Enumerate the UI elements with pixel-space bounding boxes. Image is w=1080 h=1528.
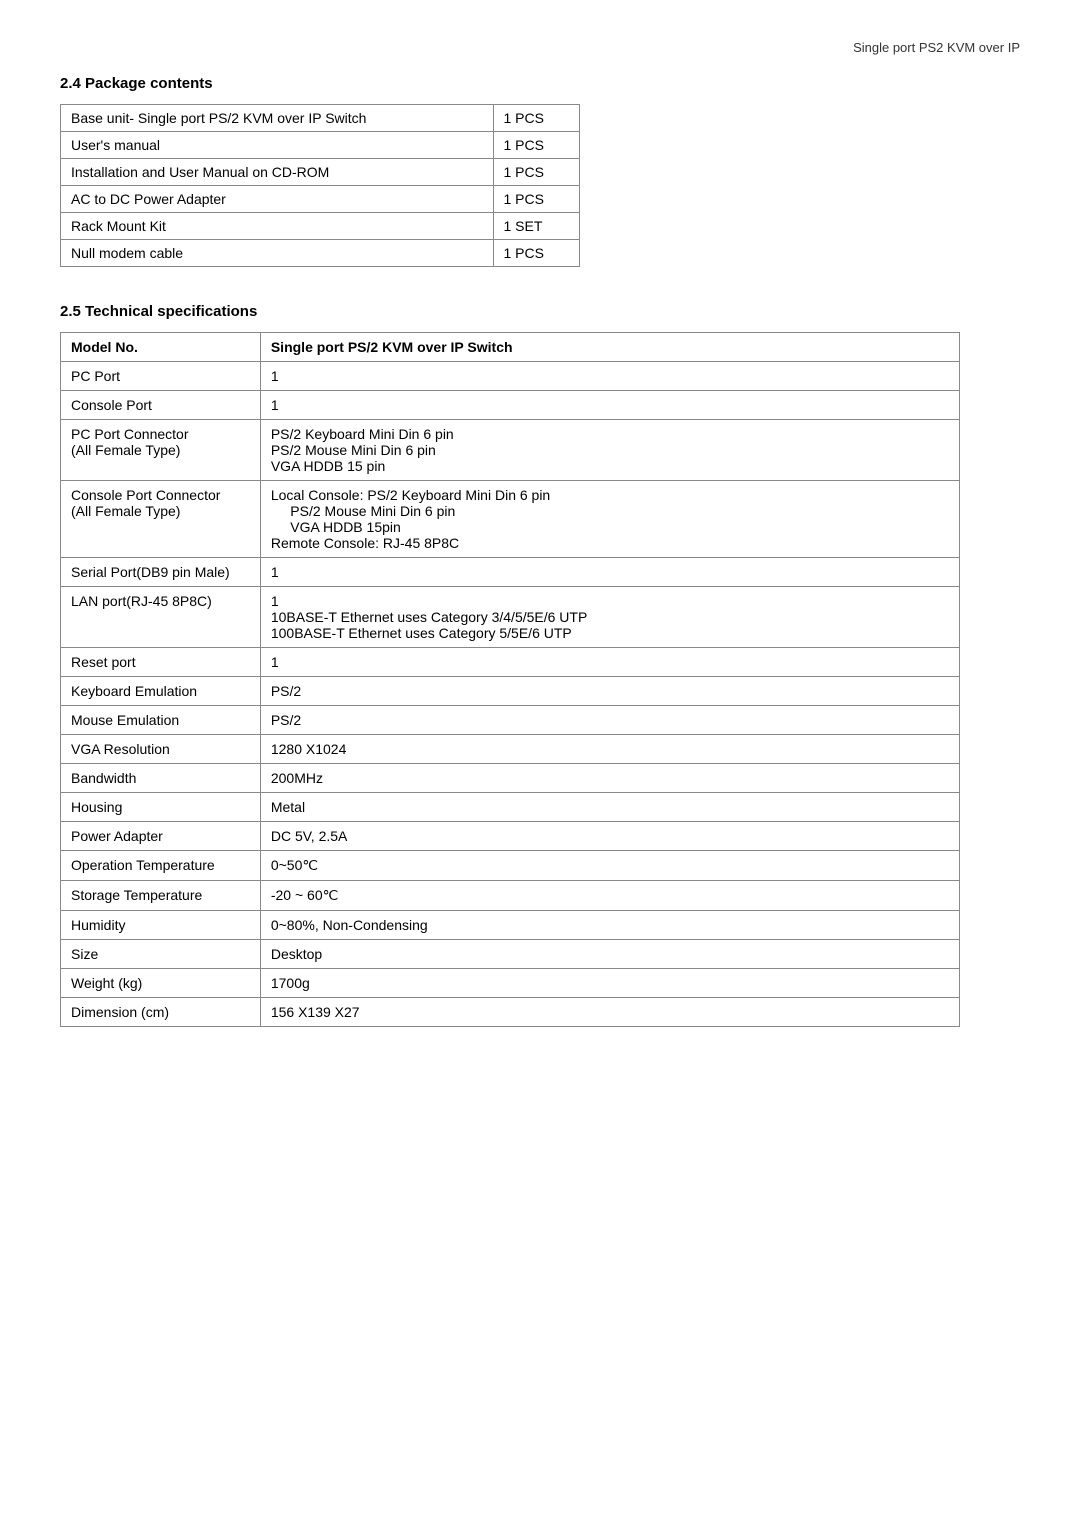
package-row: AC to DC Power Adapter 1 PCS [61,186,580,213]
specs-label: Console Port Connector (All Female Type) [61,481,261,558]
specs-label: Bandwidth [61,764,261,793]
specs-label: Serial Port(DB9 pin Male) [61,558,261,587]
specs-value: 1280 X1024 [260,735,959,764]
specs-label: Housing [61,793,261,822]
specs-value: 1 [260,362,959,391]
specs-label: LAN port(RJ-45 8P8C) [61,587,261,648]
specs-row: Humidity0~80%, Non-Condensing [61,911,960,940]
package-item-name: Rack Mount Kit [61,213,494,240]
specs-row: Mouse EmulationPS/2 [61,706,960,735]
package-item-name: Installation and User Manual on CD-ROM [61,159,494,186]
specs-label: Humidity [61,911,261,940]
specs-label: Console Port [61,391,261,420]
specs-row: Dimension (cm)156 X139 X27 [61,998,960,1027]
specs-label: VGA Resolution [61,735,261,764]
package-item-name: Null modem cable [61,240,494,267]
specs-label: PC Port Connector (All Female Type) [61,420,261,481]
package-row: Null modem cable 1 PCS [61,240,580,267]
specs-value: 1 [260,558,959,587]
specs-row: Reset port1 [61,648,960,677]
specs-label: Weight (kg) [61,969,261,998]
specs-value: 1 [260,391,959,420]
specs-label: Power Adapter [61,822,261,851]
specs-value: 200MHz [260,764,959,793]
package-item-qty: 1 PCS [493,132,580,159]
specs-row: Bandwidth200MHz [61,764,960,793]
package-table: Base unit- Single port PS/2 KVM over IP … [60,104,580,267]
specs-label: PC Port [61,362,261,391]
specs-label: Size [61,940,261,969]
package-item-qty: 1 SET [493,213,580,240]
specs-row: PC Port1 [61,362,960,391]
package-section: 2.4 Package contents Base unit- Single p… [60,75,1020,267]
specs-row: VGA Resolution1280 X1024 [61,735,960,764]
specs-table: Model No.Single port PS/2 KVM over IP Sw… [60,332,960,1027]
specs-row: Power AdapterDC 5V, 2.5A [61,822,960,851]
specs-row: Storage Temperature-20 ~ 60℃ [61,881,960,911]
package-row: Rack Mount Kit 1 SET [61,213,580,240]
package-title: 2.4 Package contents [60,75,1020,92]
package-row: Base unit- Single port PS/2 KVM over IP … [61,105,580,132]
specs-row: Operation Temperature0~50℃ [61,851,960,881]
specs-value: 1 10BASE-T Ethernet uses Category 3/4/5/… [260,587,959,648]
specs-row: Console Port Connector (All Female Type)… [61,481,960,558]
package-item-name: User's manual [61,132,494,159]
specs-value: PS/2 Keyboard Mini Din 6 pin PS/2 Mouse … [260,420,959,481]
specs-value: 0~80%, Non-Condensing [260,911,959,940]
package-item-name: AC to DC Power Adapter [61,186,494,213]
specs-value: PS/2 [260,706,959,735]
package-item-qty: 1 PCS [493,186,580,213]
specs-header-cell: Model No. [61,333,261,362]
specs-row: SizeDesktop [61,940,960,969]
specs-row: Weight (kg)1700g [61,969,960,998]
header-right: Single port PS2 KVM over IP [60,40,1020,55]
specs-row: PC Port Connector (All Female Type)PS/2 … [61,420,960,481]
specs-section: 2.5 Technical specifications Model No.Si… [60,303,1020,1027]
specs-label: Mouse Emulation [61,706,261,735]
specs-label: Reset port [61,648,261,677]
specs-value: 156 X139 X27 [260,998,959,1027]
specs-value: Desktop [260,940,959,969]
package-item-name: Base unit- Single port PS/2 KVM over IP … [61,105,494,132]
specs-value: PS/2 [260,677,959,706]
specs-label: Operation Temperature [61,851,261,881]
specs-value: 1 [260,648,959,677]
package-item-qty: 1 PCS [493,105,580,132]
specs-label: Storage Temperature [61,881,261,911]
specs-row: LAN port(RJ-45 8P8C)1 10BASE-T Ethernet … [61,587,960,648]
specs-value: DC 5V, 2.5A [260,822,959,851]
specs-value: Metal [260,793,959,822]
specs-row: Serial Port(DB9 pin Male)1 [61,558,960,587]
specs-row: Keyboard EmulationPS/2 [61,677,960,706]
specs-header-row: Model No.Single port PS/2 KVM over IP Sw… [61,333,960,362]
specs-label: Dimension (cm) [61,998,261,1027]
package-item-qty: 1 PCS [493,240,580,267]
specs-value: 1700g [260,969,959,998]
package-row: User's manual 1 PCS [61,132,580,159]
specs-header-cell: Single port PS/2 KVM over IP Switch [260,333,959,362]
package-row: Installation and User Manual on CD-ROM 1… [61,159,580,186]
specs-value: -20 ~ 60℃ [260,881,959,911]
specs-row: Console Port1 [61,391,960,420]
specs-label: Keyboard Emulation [61,677,261,706]
specs-value: 0~50℃ [260,851,959,881]
specs-row: HousingMetal [61,793,960,822]
specs-value: Local Console: PS/2 Keyboard Mini Din 6 … [260,481,959,558]
specs-title: 2.5 Technical specifications [60,303,1020,320]
package-item-qty: 1 PCS [493,159,580,186]
